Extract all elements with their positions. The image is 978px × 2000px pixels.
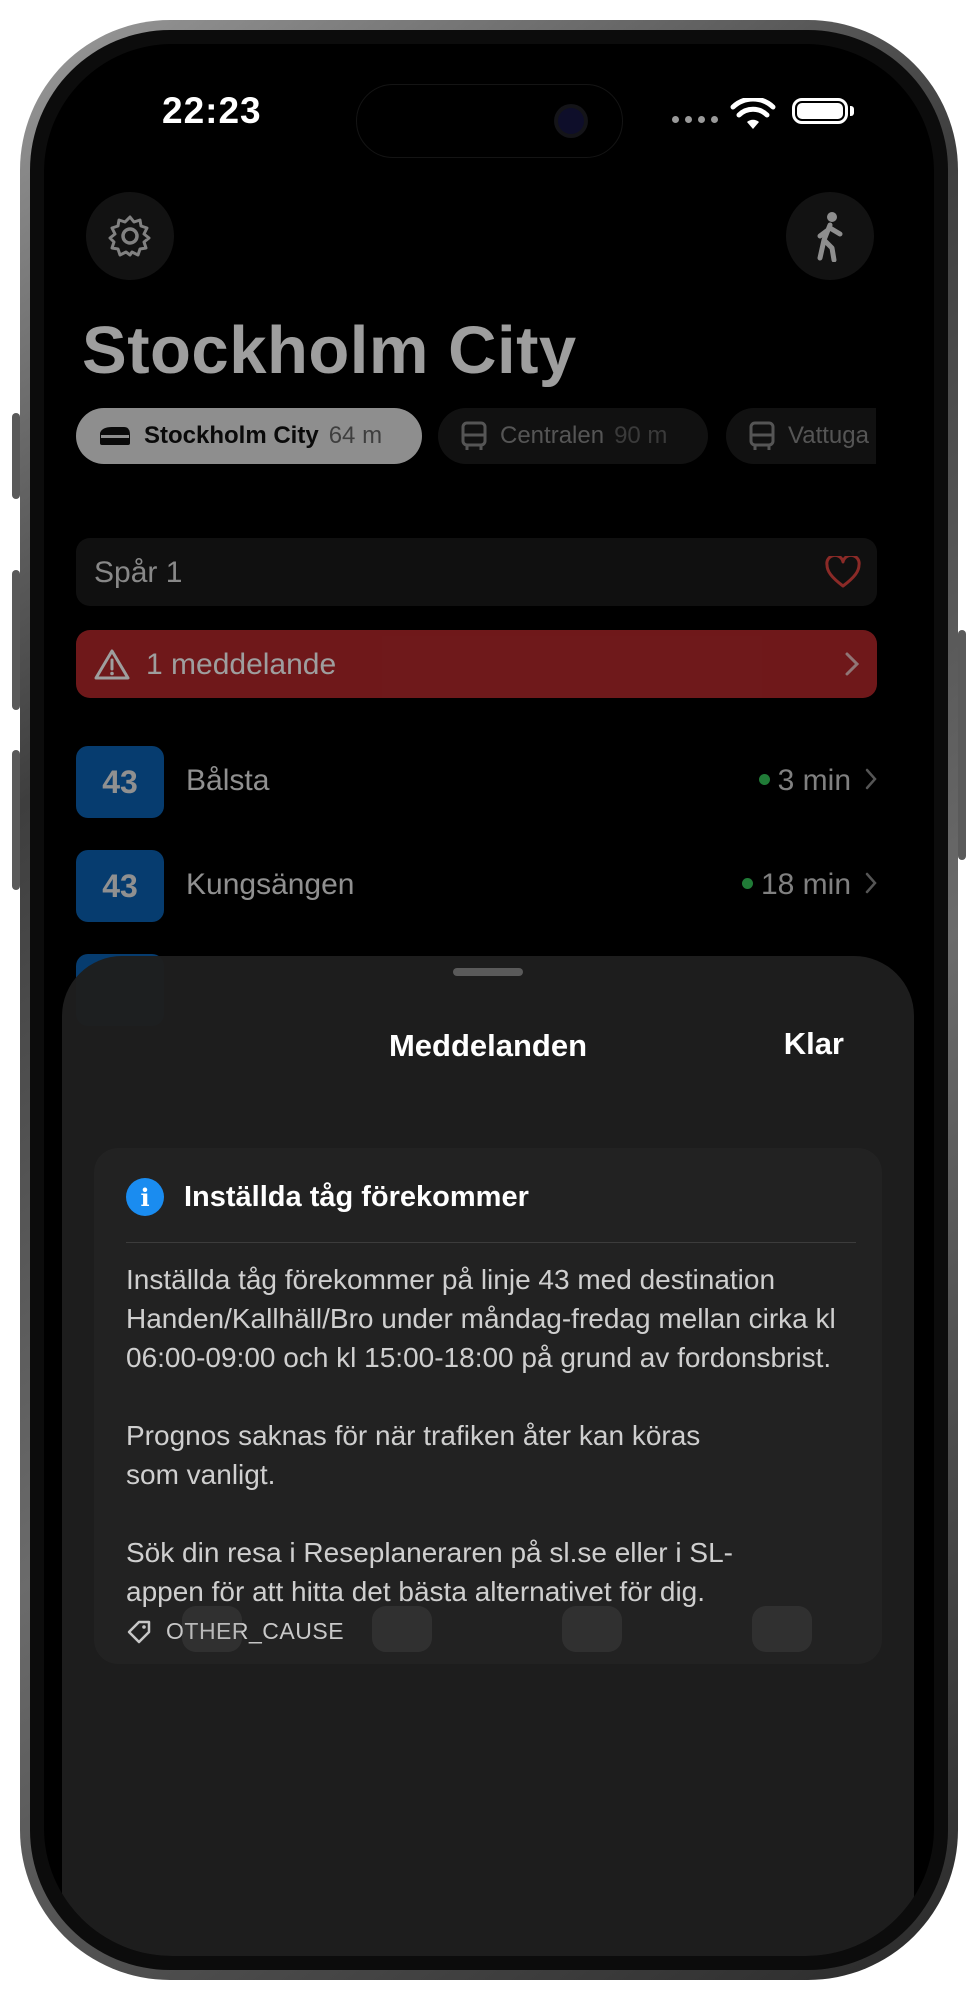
platform-header: Spår 1 bbox=[76, 538, 877, 606]
walk-button[interactable] bbox=[786, 192, 874, 280]
sheet-grabber[interactable] bbox=[453, 968, 523, 976]
volume-down-button bbox=[12, 750, 20, 890]
departure-destination: Bålsta bbox=[186, 764, 270, 797]
chip-label: Centralen bbox=[500, 422, 605, 449]
chevron-right-icon bbox=[845, 652, 859, 676]
volume-up-button bbox=[12, 570, 20, 710]
divider bbox=[126, 1242, 856, 1243]
chip-distance: 90 m bbox=[614, 422, 668, 449]
power-button bbox=[958, 630, 966, 860]
warning-icon bbox=[94, 649, 130, 680]
stop-chip-stockholm-city[interactable]: Stockholm City 64 m bbox=[76, 408, 422, 464]
stop-chip-vattugatan[interactable]: Vattuga bbox=[726, 408, 876, 464]
departure-destination: Kungsängen bbox=[186, 868, 355, 901]
phone-screen: 22:23 Stockholm City Stockholm City 64 m… bbox=[44, 44, 934, 1956]
message-paragraph: Inställda tåg förekommer på linje 43 med… bbox=[126, 1264, 836, 1373]
message-paragraph: Sök din resa i Reseplaneraren på sl.se e… bbox=[126, 1537, 733, 1607]
gear-icon bbox=[108, 215, 151, 257]
tab-bar-ghost bbox=[182, 1606, 822, 1666]
message-paragraph: Prognos saknas för när trafiken åter kan… bbox=[126, 1420, 701, 1490]
chip-label: Stockholm City bbox=[144, 422, 319, 449]
chip-label: Vattuga bbox=[788, 422, 869, 449]
message-body: Inställda tåg förekommer på linje 43 med… bbox=[126, 1260, 866, 1611]
line-badge: 43 bbox=[76, 850, 164, 922]
realtime-dot bbox=[741, 877, 753, 889]
message-card: i Inställda tåg förekommer Inställda tåg… bbox=[94, 1148, 882, 1664]
heart-icon[interactable] bbox=[825, 556, 861, 588]
departure-time-value: 3 min bbox=[777, 764, 851, 797]
info-icon: i bbox=[126, 1178, 164, 1216]
chevron-right-icon bbox=[865, 768, 877, 790]
alert-banner[interactable]: 1 meddelande bbox=[76, 630, 877, 698]
departure-time-value: 18 min bbox=[760, 868, 851, 901]
line-badge: 43 bbox=[76, 746, 164, 818]
departure-time: 18 min bbox=[741, 868, 851, 902]
departure-time: 3 min bbox=[758, 764, 851, 798]
settings-button[interactable] bbox=[86, 192, 174, 280]
action-button bbox=[12, 413, 20, 499]
message-title: Inställda tåg förekommer bbox=[184, 1180, 529, 1213]
stop-chip-centralen[interactable]: Centralen 90 m bbox=[438, 408, 708, 464]
platform-label: Spår 1 bbox=[94, 556, 183, 589]
message-header: i Inställda tåg förekommer bbox=[126, 1178, 529, 1216]
stop-chip-bar: Stockholm City 64 m Centralen 90 m Vattu… bbox=[76, 408, 876, 468]
chip-distance: 64 m bbox=[328, 422, 383, 449]
done-button[interactable]: Klar bbox=[784, 1026, 844, 1062]
realtime-dot bbox=[758, 773, 770, 785]
chevron-right-icon bbox=[865, 872, 877, 894]
train-icon bbox=[100, 427, 130, 445]
departure-row[interactable]: 43 Bålsta 3 min bbox=[76, 746, 877, 818]
messages-sheet: Meddelanden Klar i Inställda tåg förekom… bbox=[62, 956, 914, 1956]
departure-row[interactable]: 43 Kungsängen 18 min bbox=[76, 850, 877, 922]
bus-icon bbox=[461, 421, 487, 450]
tag-icon bbox=[127, 1620, 151, 1643]
alert-label: 1 meddelande bbox=[146, 648, 337, 681]
figure-walk-icon bbox=[817, 212, 843, 262]
page-title: Stockholm City bbox=[82, 313, 577, 388]
bus-icon bbox=[749, 421, 775, 450]
